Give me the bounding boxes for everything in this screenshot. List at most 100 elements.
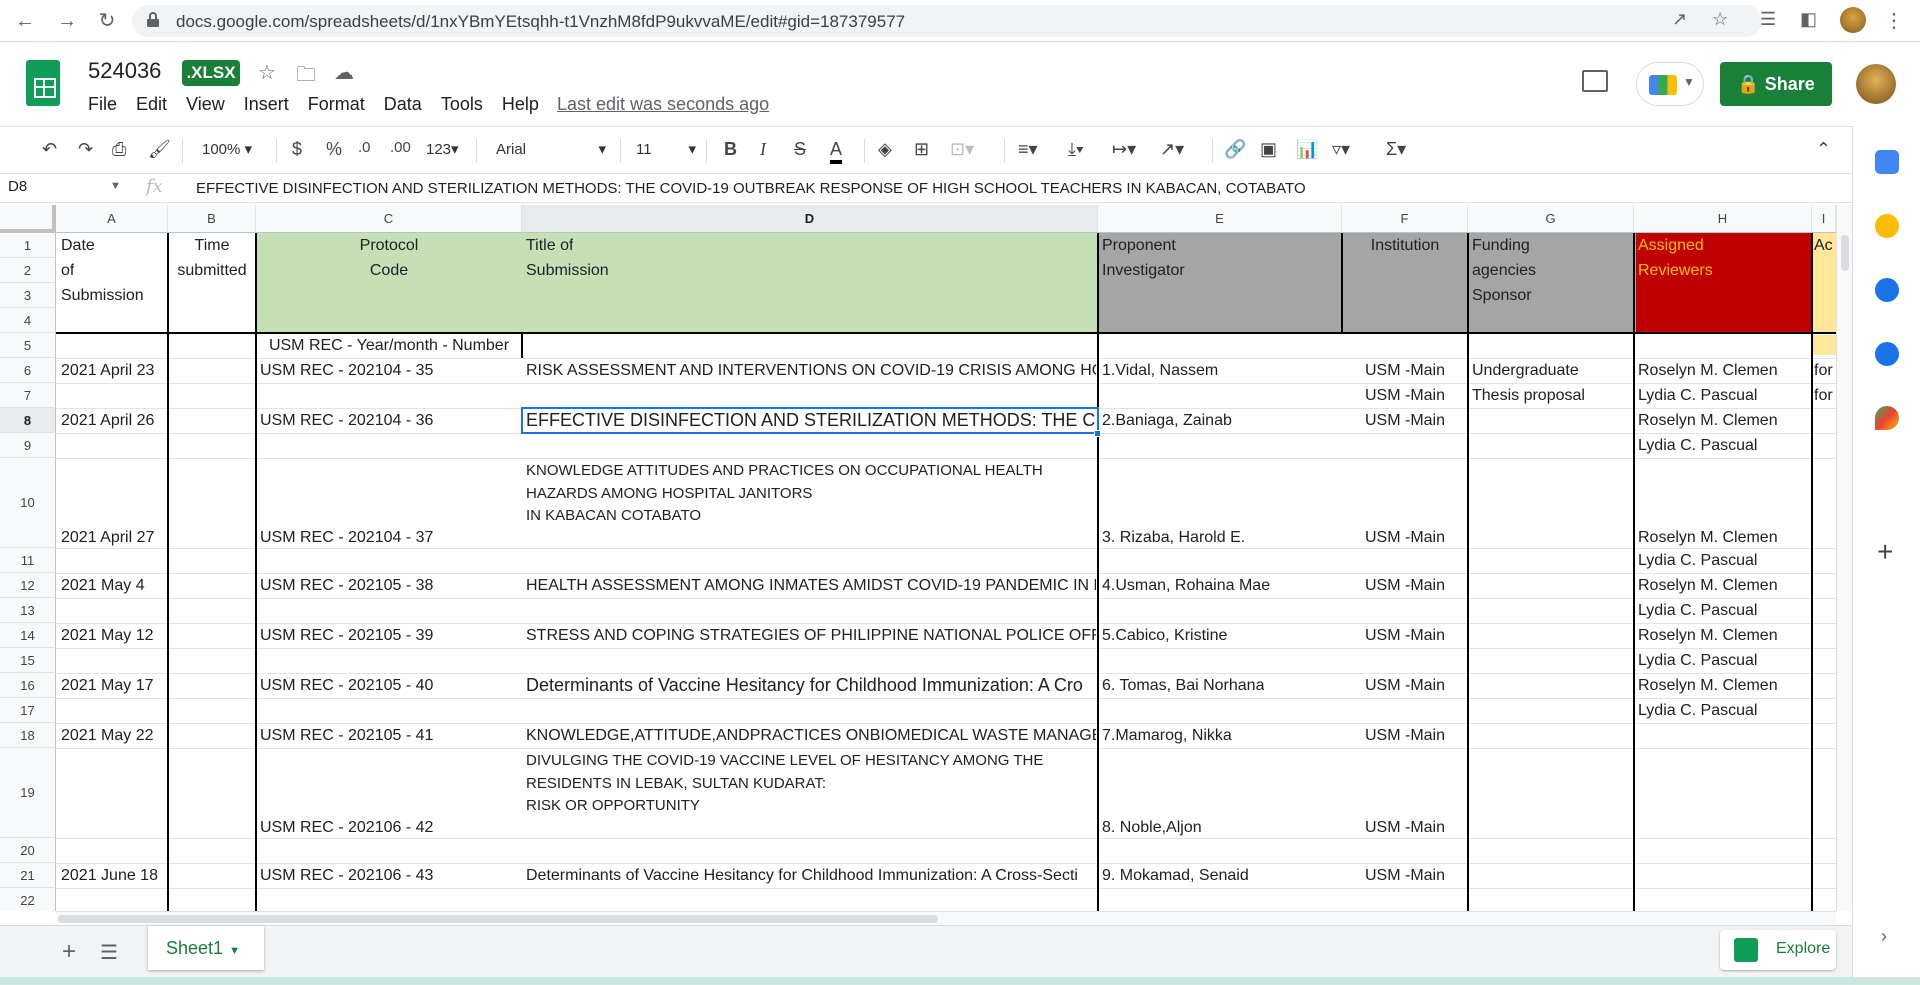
cell-d19-line2[interactable]: RESIDENTS IN LEBAK, SULTAN KUDARAT: [526, 775, 826, 792]
cell-f6[interactable]: USM -Main [1342, 362, 1468, 380]
explore-button[interactable]: Explore [1720, 930, 1836, 970]
row-header-9[interactable]: 9 [0, 433, 56, 458]
cell-i6[interactable]: for [1814, 362, 1836, 380]
strikethrough-button[interactable]: S [794, 139, 806, 160]
cell-e12[interactable]: 4.Usman, Rohaina Mae [1102, 577, 1270, 595]
star-icon[interactable]: ☆ [258, 60, 276, 85]
cell-c21[interactable]: USM REC - 202106 - 43 [260, 867, 433, 885]
cell-h13[interactable]: Lydia C. Pascual [1638, 602, 1757, 620]
cell-a21[interactable]: 2021 June 18 [61, 867, 158, 885]
row-header-17[interactable]: 17 [0, 698, 56, 723]
cell-h11[interactable]: Lydia C. Pascual [1638, 552, 1757, 570]
row-header-20[interactable]: 20 [0, 838, 56, 863]
select-all-corner[interactable] [0, 205, 56, 233]
cell-a16[interactable]: 2021 May 17 [61, 677, 154, 695]
cell-g6[interactable]: Undergraduate [1472, 362, 1579, 380]
back-icon[interactable]: ← [12, 8, 38, 34]
row-header-3[interactable]: 3 [0, 283, 56, 308]
cell-d16[interactable]: Determinants of Vaccine Hesitancy for Ch… [526, 675, 1096, 696]
cell-d21[interactable]: Determinants of Vaccine Hesitancy for Ch… [526, 867, 1096, 885]
fill-handle[interactable] [1094, 430, 1101, 437]
column-header-g[interactable]: G [1468, 205, 1634, 233]
cell-h9[interactable]: Lydia C. Pascual [1638, 437, 1757, 455]
row-header-15[interactable]: 15 [0, 648, 56, 673]
zoom-select[interactable]: 100% ▾ [202, 137, 252, 163]
horizontal-scroll-thumb[interactable] [58, 915, 938, 923]
chevron-down-icon[interactable]: ▼ [110, 180, 121, 192]
bold-button[interactable]: B [724, 139, 737, 160]
column-header-a[interactable]: A [56, 205, 168, 233]
cell-h1[interactable]: Assigned [1638, 237, 1704, 255]
sidepanel-icon[interactable]: ◧ [1800, 9, 1817, 30]
contacts-icon[interactable] [1875, 342, 1899, 366]
column-header-f[interactable]: F [1342, 205, 1468, 233]
menu-data[interactable]: Data [384, 94, 433, 118]
more-formats-select[interactable]: 123▾ [426, 137, 459, 163]
cell-a3[interactable]: Submission [61, 287, 144, 305]
menu-help[interactable]: Help [502, 94, 550, 118]
cell-d19-line1[interactable]: DIVULGING THE COVID-19 VACCINE LEVEL OF … [526, 752, 1043, 769]
cell-i1[interactable]: Ac [1814, 237, 1836, 255]
cell-f19[interactable]: USM -Main [1342, 819, 1468, 837]
spreadsheet-grid[interactable]: A B C D E F G H I 1 2 3 4 5 6 7 8 9 10 1… [0, 205, 1836, 911]
cell-d18[interactable]: KNOWLEDGE,ATTITUDE,ANDPRACTICES ONBIOMED… [526, 727, 1096, 745]
row-header-16[interactable]: 16 [0, 673, 56, 698]
menu-file[interactable]: File [88, 94, 128, 118]
cell-d10-line3[interactable]: IN KABACAN COTABATO [526, 507, 701, 524]
cell-d2[interactable]: Submission [526, 262, 609, 280]
cell-c12[interactable]: USM REC - 202105 - 38 [260, 577, 433, 595]
row-header-6[interactable]: 6 [0, 358, 56, 383]
cell-a12[interactable]: 2021 May 4 [61, 577, 145, 595]
italic-button[interactable]: I [760, 139, 766, 160]
bookmark-star-icon[interactable]: ☆ [1712, 9, 1728, 30]
cell-e21[interactable]: 9. Mokamad, Senaid [1102, 867, 1249, 885]
horizontal-scrollbar[interactable] [56, 911, 1836, 925]
cell-a2[interactable]: of [61, 262, 74, 280]
cell-h12[interactable]: Roselyn M. Clemen [1638, 577, 1778, 595]
cell-f1[interactable]: Institution [1342, 237, 1468, 255]
cell-e8[interactable]: 2.Baniaga, Zainab [1102, 412, 1232, 430]
collapse-toolbar-icon[interactable]: ⌃ [1816, 139, 1831, 160]
cell-h14[interactable]: Roselyn M. Clemen [1638, 627, 1778, 645]
meet-button[interactable]: ▼ [1636, 62, 1704, 106]
cell-e18[interactable]: 7.Mamarog, Nikka [1102, 727, 1232, 745]
decrease-decimal-button[interactable]: .0 [358, 139, 371, 156]
cell-f12[interactable]: USM -Main [1342, 577, 1468, 595]
reload-icon[interactable]: ↻ [94, 8, 120, 34]
column-header-c[interactable]: C [256, 205, 522, 233]
add-sheet-icon[interactable]: + [62, 938, 76, 966]
cell-g3[interactable]: Sponsor [1472, 287, 1532, 305]
cell-c14[interactable]: USM REC - 202105 - 39 [260, 627, 433, 645]
menu-format[interactable]: Format [308, 94, 376, 118]
cell-c1[interactable]: Protocol [256, 237, 522, 255]
row-header-2[interactable]: 2 [0, 258, 56, 283]
cell-f21[interactable]: USM -Main [1342, 867, 1468, 885]
document-title[interactable]: 524036 [88, 58, 161, 84]
name-box[interactable]: D8 [8, 178, 124, 195]
formula-input[interactable]: EFFECTIVE DISINFECTION AND STERILIZATION… [196, 180, 1306, 197]
cell-h7[interactable]: Lydia C. Pascual [1638, 387, 1757, 405]
menu-insert[interactable]: Insert [244, 94, 300, 118]
add-addon-icon[interactable]: + [1877, 536, 1893, 568]
cell-e1[interactable]: Proponent [1102, 237, 1176, 255]
cell-g1[interactable]: Funding [1472, 237, 1530, 255]
text-rotation-icon[interactable]: ↗▾ [1160, 139, 1184, 160]
cell-e14[interactable]: 5.Cabico, Kristine [1102, 627, 1227, 645]
vertical-align-icon[interactable]: ⤓▾ [1068, 139, 1084, 160]
cell-c18[interactable]: USM REC - 202105 - 41 [260, 727, 433, 745]
cell-i7[interactable]: for [1814, 387, 1836, 405]
insert-chart-icon[interactable]: 📊 [1296, 139, 1318, 160]
row-header-1[interactable]: 1 [0, 233, 56, 258]
font-size-select[interactable]: 11 ▾ [636, 137, 696, 163]
undo-icon[interactable]: ↶ [42, 139, 57, 160]
cell-g2[interactable]: agencies [1472, 262, 1536, 280]
share-button[interactable]: 🔒 Share [1720, 62, 1832, 106]
column-header-h[interactable]: H [1634, 205, 1812, 233]
cell-f10[interactable]: USM -Main [1342, 529, 1468, 547]
filter-icon[interactable]: ▿▾ [1332, 139, 1350, 160]
address-bar[interactable]: docs.google.com/spreadsheets/d/1nxYBmYEt… [132, 5, 1762, 37]
calendar-icon[interactable] [1875, 150, 1899, 174]
sheet-tab-sheet1[interactable]: Sheet1 ▼ [148, 926, 264, 970]
row-header-22[interactable]: 22 [0, 888, 56, 911]
row-header-14[interactable]: 14 [0, 623, 56, 648]
